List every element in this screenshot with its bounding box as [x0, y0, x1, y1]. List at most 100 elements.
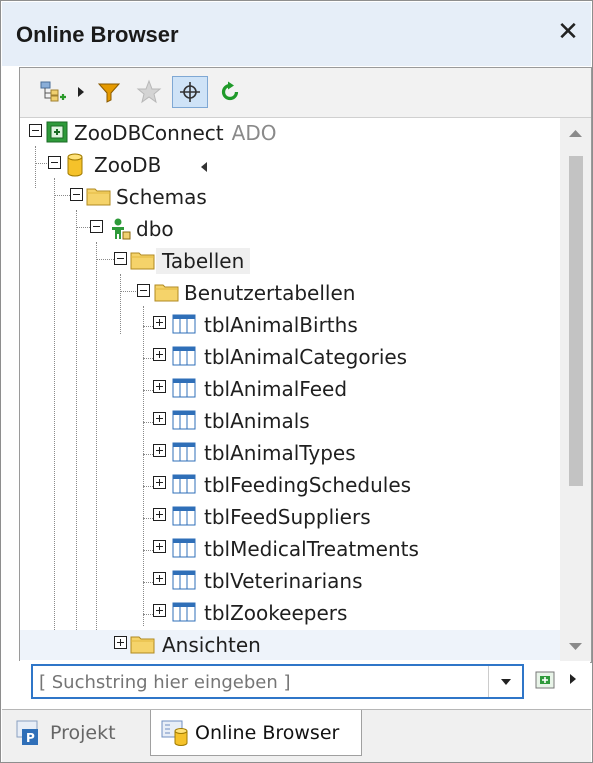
- tree-node-table[interactable]: tblAnimalFeed: [20, 374, 560, 404]
- table-icon: [172, 313, 196, 339]
- collapse-toggle[interactable]: [114, 252, 127, 265]
- connection-type: ADO: [231, 121, 277, 145]
- table-label: tblZookeepers: [204, 601, 348, 625]
- tree-node-table[interactable]: tblAnimalCategories: [20, 342, 560, 372]
- scroll-thumb[interactable]: [569, 156, 583, 486]
- locate-icon: [180, 82, 200, 102]
- table-label: tblFeedSuppliers: [204, 505, 371, 529]
- tree-node-schema-dbo[interactable]: dbo: [20, 214, 560, 244]
- refresh-icon: [221, 81, 239, 101]
- table-icon: [172, 473, 196, 499]
- table-label: tblAnimalFeed: [204, 377, 348, 401]
- tree-node-table[interactable]: tblAnimalTypes: [20, 438, 560, 468]
- scroll-up-icon: [569, 130, 582, 137]
- filter-button[interactable]: [92, 76, 126, 108]
- database-tree: ZooDBConnect ADO ZooDB Schemas dbo Tabel…: [20, 118, 560, 662]
- close-icon[interactable]: ✕: [555, 17, 581, 47]
- tree-node-table[interactable]: tblMedicalTreatments: [20, 534, 560, 564]
- expand-toggle[interactable]: [153, 348, 166, 361]
- caret-right-icon: [78, 87, 84, 97]
- tab-online-browser[interactable]: Online Browser: [150, 710, 362, 756]
- expand-toggle[interactable]: [153, 316, 166, 329]
- expand-toggle[interactable]: [153, 604, 166, 617]
- add-connection-dropdown[interactable]: [74, 76, 88, 108]
- search-go-icon: [535, 671, 555, 689]
- tree-node-tables[interactable]: Tabellen: [20, 246, 560, 276]
- search-combobox[interactable]: [31, 664, 524, 699]
- expand-toggle[interactable]: [153, 508, 166, 521]
- expand-toggle[interactable]: [153, 572, 166, 585]
- table-icon: [172, 377, 196, 403]
- tab-label: Online Browser: [195, 721, 340, 744]
- collapse-toggle[interactable]: [29, 124, 42, 137]
- add-connection-button[interactable]: [34, 76, 72, 108]
- tree-node-views[interactable]: Ansichten: [20, 630, 560, 660]
- tables-folder-label: Tabellen: [156, 248, 251, 274]
- tree-node-table[interactable]: tblFeedSuppliers: [20, 502, 560, 532]
- tree-scrollbar[interactable]: [560, 118, 591, 662]
- table-label: tblAnimals: [204, 409, 310, 433]
- views-folder-label: Ansichten: [162, 633, 261, 657]
- search-input[interactable]: [39, 670, 479, 694]
- caret-left-icon[interactable]: [200, 158, 208, 177]
- collapse-toggle[interactable]: [137, 284, 150, 297]
- expand-toggle[interactable]: [153, 412, 166, 425]
- bottom-tab-bar: P Projekt Online Browser: [2, 709, 591, 762]
- tree-node-table[interactable]: tblVeterinarians: [20, 566, 560, 596]
- search-options-button[interactable]: [569, 671, 577, 690]
- database-label: ZooDB: [94, 153, 162, 177]
- table-icon: [172, 537, 196, 563]
- expand-toggle[interactable]: [153, 476, 166, 489]
- favorites-star-icon: [136, 79, 162, 104]
- table-label: tblFeedingSchedules: [204, 473, 412, 497]
- expand-toggle[interactable]: [114, 636, 127, 649]
- scroll-down-button[interactable]: [560, 632, 591, 662]
- tab-label: Projekt: [50, 722, 116, 744]
- table-icon: [172, 569, 196, 595]
- scroll-up-button[interactable]: [560, 118, 591, 148]
- search-dropdown-button[interactable]: [488, 666, 522, 697]
- search-go-button[interactable]: [534, 670, 556, 694]
- online-browser-panel: Online Browser ✕ ZooDBConnect ADO ZooDB …: [0, 0, 593, 763]
- collapse-toggle[interactable]: [90, 220, 103, 233]
- favorites-button[interactable]: [132, 76, 166, 108]
- tree-node-table[interactable]: tblAnimalBirths: [20, 310, 560, 340]
- locate-button[interactable]: [172, 76, 208, 108]
- collapse-toggle[interactable]: [48, 156, 61, 169]
- scroll-down-icon: [569, 643, 582, 650]
- tree-node-schemas[interactable]: Schemas: [20, 182, 560, 212]
- schema-label: dbo: [136, 217, 174, 241]
- tree-node-table[interactable]: tblAnimals: [20, 406, 560, 436]
- tree-node-connection[interactable]: ZooDBConnect ADO: [20, 118, 560, 148]
- table-icon: [172, 409, 196, 435]
- tree-node-user-tables[interactable]: Benutzertabellen: [20, 278, 560, 308]
- expand-toggle[interactable]: [153, 540, 166, 553]
- expand-toggle[interactable]: [153, 380, 166, 393]
- filter-icon: [97, 83, 121, 103]
- table-label: tblAnimalBirths: [204, 313, 358, 337]
- tree-node-database[interactable]: ZooDB: [20, 150, 560, 180]
- caret-right-icon: [570, 674, 576, 684]
- tab-projekt[interactable]: P Projekt: [16, 710, 146, 756]
- project-icon: P: [16, 720, 38, 745]
- panel-titlebar: Online Browser ✕: [2, 2, 591, 66]
- tree-node-table[interactable]: tblZookeepers: [20, 598, 560, 628]
- database-icon: [66, 153, 84, 181]
- folder-icon: [130, 249, 156, 275]
- refresh-button[interactable]: [214, 76, 246, 108]
- table-label: tblAnimalCategories: [204, 345, 408, 369]
- table-label: tblVeterinarians: [204, 569, 363, 593]
- table-icon: [172, 441, 196, 467]
- search-row: [19, 661, 590, 701]
- connection-label: ZooDBConnect: [74, 121, 224, 145]
- collapse-toggle[interactable]: [70, 188, 83, 201]
- table-icon: [172, 505, 196, 531]
- expand-toggle[interactable]: [153, 444, 166, 457]
- panel-title: Online Browser: [16, 22, 179, 47]
- schema-user-icon: [108, 217, 132, 245]
- svg-text:P: P: [26, 731, 35, 745]
- tree-node-table[interactable]: tblFeedingSchedules: [20, 470, 560, 500]
- table-label: tblAnimalTypes: [204, 441, 356, 465]
- user-tables-folder-label: Benutzertabellen: [184, 281, 356, 305]
- online-browser-icon: [161, 720, 188, 746]
